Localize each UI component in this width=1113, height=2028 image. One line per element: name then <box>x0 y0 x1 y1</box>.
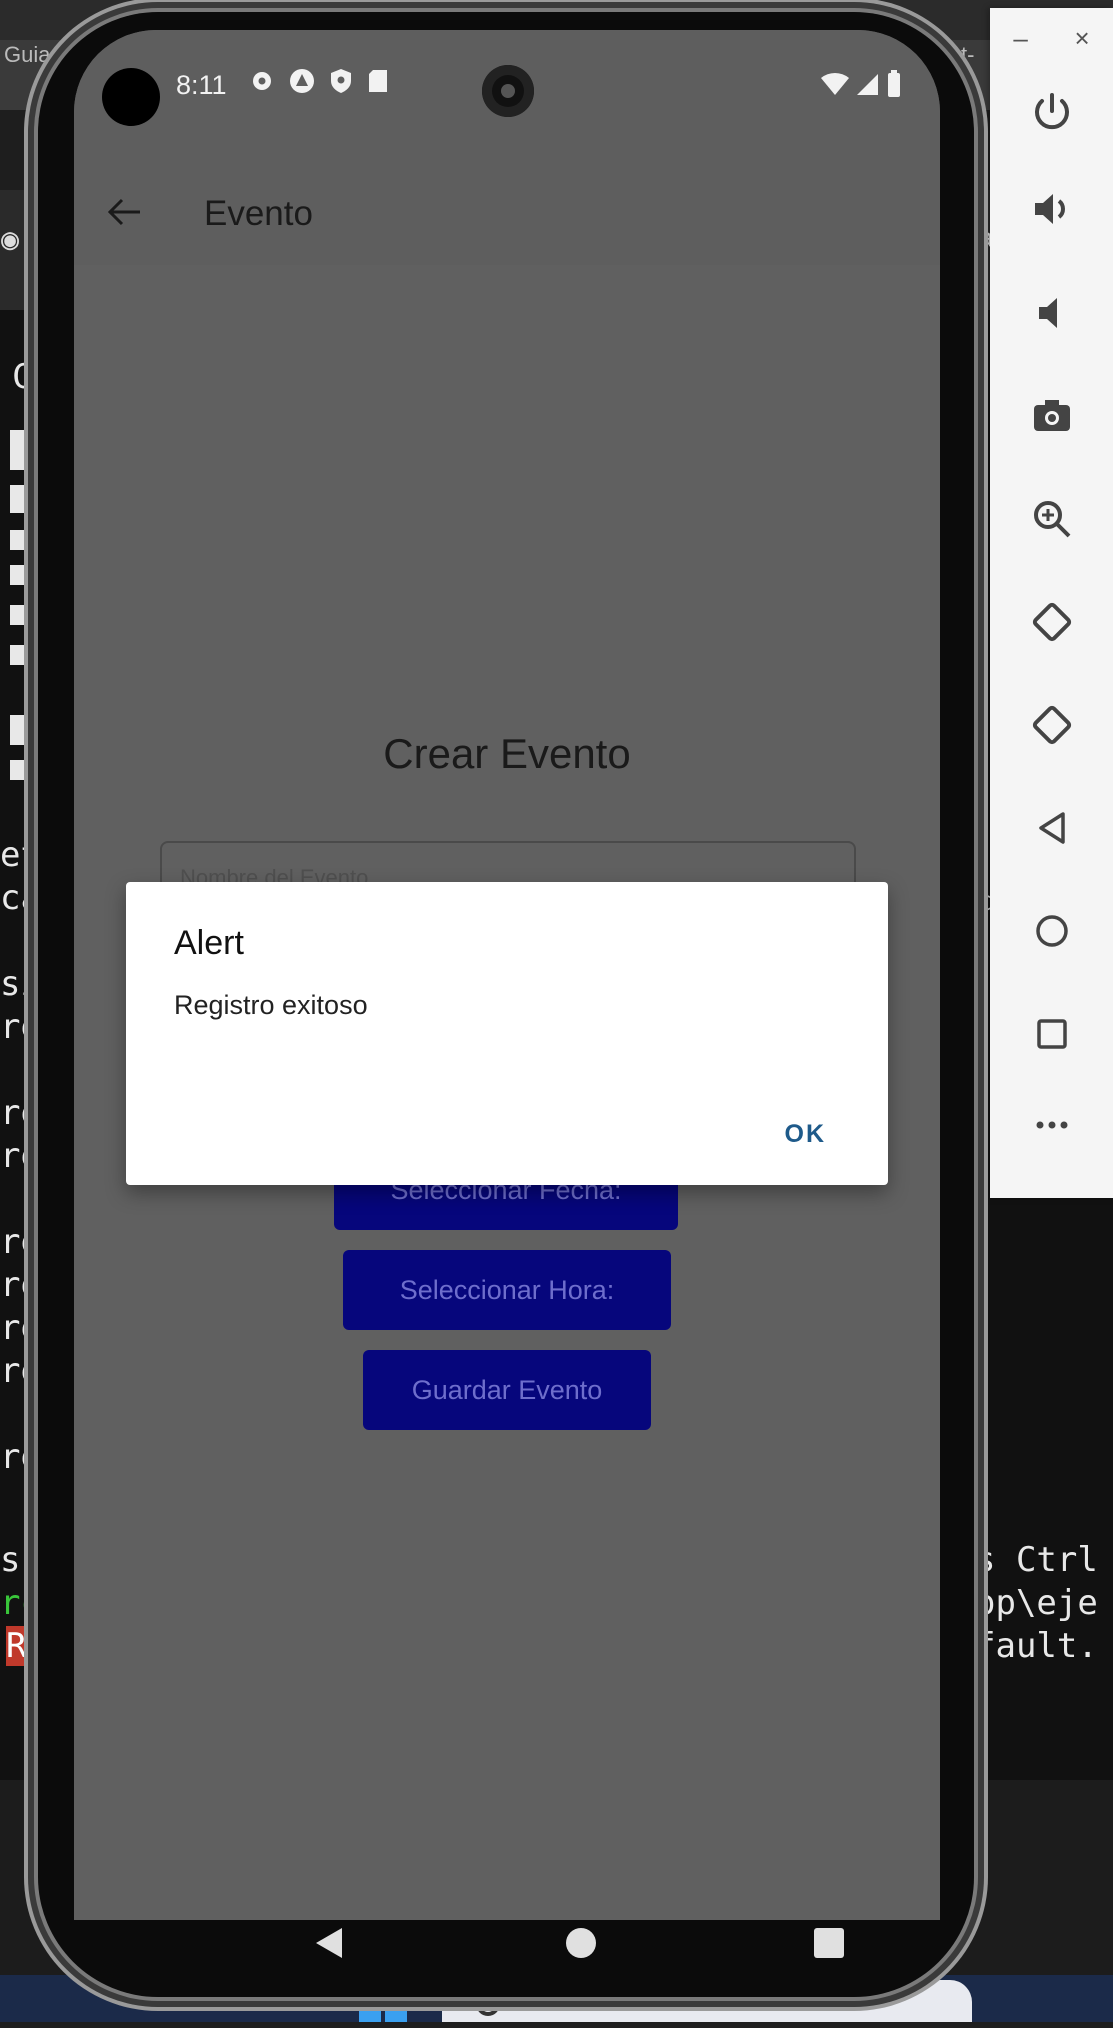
terminal-text: fault. <box>975 1626 1098 1666</box>
terminal-text: re <box>0 1351 41 1391</box>
pixel-block <box>10 715 38 745</box>
android-nav-buttons <box>74 1910 940 1980</box>
terminal-text: re <box>0 1136 41 1176</box>
terminal-text: s Ctrl <box>975 1540 1098 1580</box>
volume-down-icon <box>1038 297 1057 328</box>
status-bar: 8:11 <box>74 30 940 180</box>
signal-icon <box>857 74 878 95</box>
alert-dialog: Alert Registro exitoso OK <box>126 882 888 1185</box>
front-camera <box>482 65 534 117</box>
browser-tab-right-text[interactable]: ct- <box>950 42 974 68</box>
power-button[interactable] <box>990 68 1113 156</box>
terminal-text: re <box>0 1007 41 1047</box>
terminal-text: si <box>0 964 41 1004</box>
terminal-text: et <box>0 835 41 875</box>
emulator-overview-button[interactable] <box>990 982 1113 1085</box>
rotate-left-button[interactable] <box>990 570 1113 673</box>
emulator-toolbar: – × <box>990 8 1113 1198</box>
terminal-text: re <box>0 1222 41 1262</box>
wifi-icon <box>821 72 849 95</box>
emulator-window-controls: – × <box>990 8 1113 68</box>
zoom-button[interactable] <box>990 467 1113 570</box>
camera-hole <box>102 68 160 126</box>
home-circle-icon <box>1035 914 1068 947</box>
settings-gear-icon <box>253 72 271 90</box>
app-bar: Evento <box>74 170 940 265</box>
pixel-block <box>10 530 38 550</box>
terminal-text: C <box>12 357 33 397</box>
terminal-text: ca <box>0 878 41 918</box>
pixel-block <box>10 760 38 780</box>
back-triangle-icon <box>1038 811 1065 844</box>
volume-up-button[interactable] <box>990 156 1113 261</box>
nav-home-icon[interactable] <box>566 1928 596 1958</box>
pixel-block <box>10 565 38 585</box>
pixel-block <box>10 645 38 665</box>
react-app-icon <box>290 69 314 93</box>
form-content: Crear Evento Nombre del Evento Seleccion… <box>74 265 940 1920</box>
connectivity-icons <box>820 70 902 98</box>
pixel-block <box>10 605 38 625</box>
more-icon <box>1036 1121 1067 1129</box>
terminal-text: re <box>0 1265 41 1305</box>
rotate-right-icon <box>1032 705 1071 744</box>
app-bar-title: Evento <box>204 194 313 233</box>
notification-icons <box>249 68 389 94</box>
overview-square-icon <box>1036 1018 1067 1049</box>
terminal-text: s <box>0 1540 21 1580</box>
emulator-home-button[interactable] <box>990 879 1113 982</box>
terminal-text: rc <box>0 1583 41 1623</box>
browser-tab-left-text[interactable]: Guia <box>4 42 50 68</box>
pixel-block <box>10 430 38 470</box>
save-event-button[interactable]: Guardar Evento <box>363 1350 651 1430</box>
pixel-block <box>10 485 38 513</box>
back-arrow-icon[interactable] <box>104 192 144 232</box>
sd-card-icon <box>369 70 387 92</box>
emulator-back-button[interactable] <box>990 776 1113 879</box>
screenshot-button[interactable] <box>990 364 1113 467</box>
close-button[interactable]: × <box>1074 23 1089 54</box>
power-icon <box>1034 93 1069 130</box>
globe-icon: ◉ <box>1 222 20 257</box>
volume-up-icon <box>1034 193 1065 224</box>
dialog-title: Alert <box>174 924 244 962</box>
volume-down-button[interactable] <box>990 261 1113 364</box>
camera-icon <box>1033 399 1070 431</box>
terminal-text: re <box>0 1437 41 1477</box>
shield-icon <box>331 69 351 93</box>
nav-back-icon[interactable] <box>314 1926 344 1960</box>
more-button[interactable] <box>990 1085 1113 1165</box>
form-heading: Crear Evento <box>383 730 631 777</box>
status-time: 8:11 <box>176 70 227 100</box>
battery-icon <box>888 70 900 97</box>
nav-recents-icon[interactable] <box>814 1928 844 1958</box>
phone-screen: 8:11 Evento Crear Evento Nombre del Even… <box>74 30 940 1920</box>
rotate-left-icon <box>1032 602 1071 641</box>
terminal-text: op\eje <box>975 1583 1098 1623</box>
dialog-message: Registro exitoso <box>174 990 368 1020</box>
rotate-right-button[interactable] <box>990 673 1113 776</box>
minimize-button[interactable]: – <box>1013 23 1027 54</box>
terminal-text: re <box>0 1093 41 1133</box>
select-time-button[interactable]: Seleccionar Hora: <box>343 1250 671 1330</box>
zoom-icon <box>1033 500 1070 537</box>
terminal-text: re <box>0 1308 41 1348</box>
dialog-ok-button[interactable]: OK <box>785 1120 827 1149</box>
